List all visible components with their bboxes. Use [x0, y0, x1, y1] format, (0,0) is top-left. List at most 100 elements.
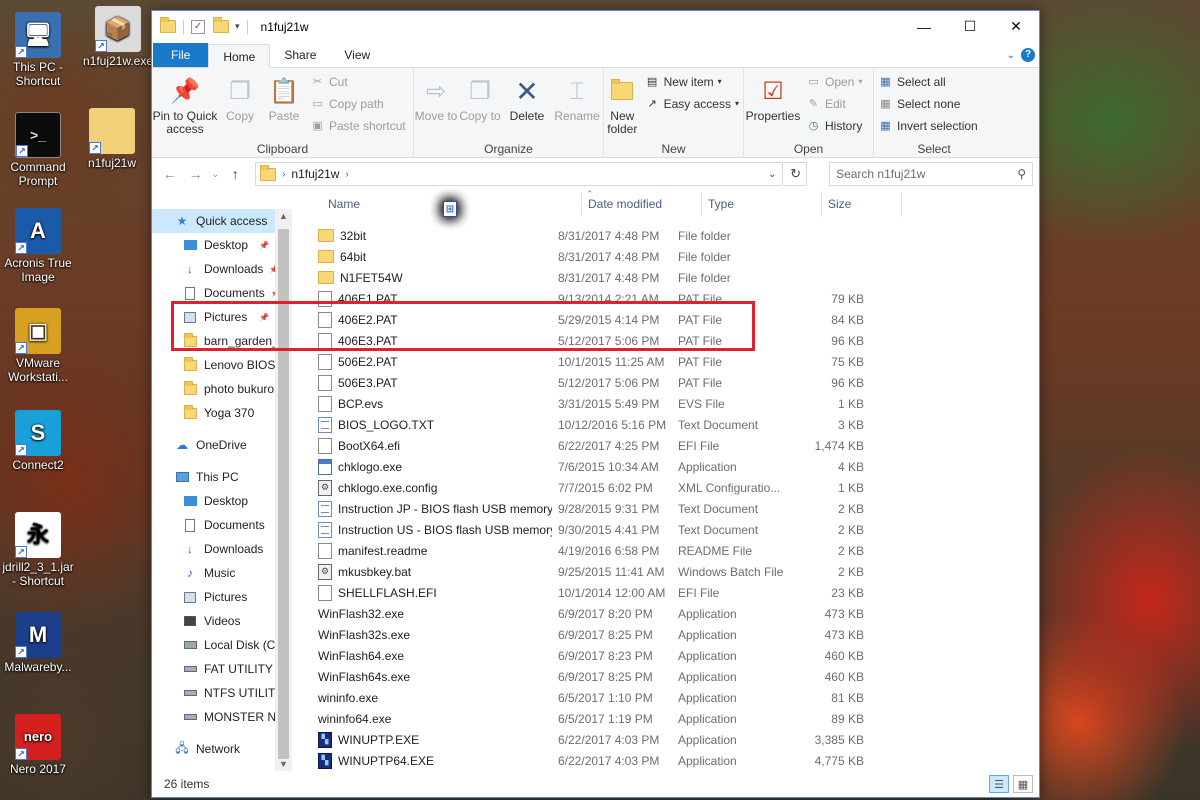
file-row[interactable]: ⚙ mkusbkey.bat 9/25/2015 11:41 AM Windows B… — [292, 561, 1039, 582]
tab-view[interactable]: View — [330, 43, 384, 67]
nav-scrollbar[interactable]: ▲ ▼ — [275, 209, 292, 771]
desktop-icon-acronis-shortcut[interactable]: A ↗ Acronis True Image — [0, 208, 76, 284]
file-row[interactable]: BootX64.efi 6/22/2017 4:25 PM EFI File 1,47… — [292, 435, 1039, 456]
tab-share[interactable]: Share — [270, 43, 330, 67]
file-row[interactable]: ⊞WinFlash64s.exe 6/9/2017 8:25 PM Applicat… — [292, 201, 1039, 687]
column-size[interactable]: Size — [822, 191, 902, 217]
tab-file[interactable]: File — [153, 43, 209, 67]
details-view-button[interactable]: ☰ — [989, 775, 1009, 793]
new-folder-icon[interactable] — [213, 17, 229, 33]
file-row[interactable]: 64bit 8/31/2017 4:48 PM File folder — [292, 246, 1039, 267]
desktop-icon-nero-shortcut[interactable]: nero ↗ Nero 2017 — [0, 714, 76, 776]
nav-item[interactable]: Yoga 370 — [152, 401, 275, 425]
file-row[interactable]: ⊞ wininfo64.exe 6/5/2017 1:19 PM Applicatio… — [292, 201, 1039, 729]
invert-selection-button[interactable]: ▦ Invert selection — [874, 116, 982, 135]
file-row[interactable]: 506E2.PAT 10/1/2015 11:25 AM PAT File 75 KB — [292, 351, 1039, 372]
file-row[interactable]: BIOS_LOGO.TXT 10/12/2016 5:16 PM Text Docu… — [292, 414, 1039, 435]
file-row[interactable]: N1FET54W 8/31/2017 4:48 PM File folder — [292, 267, 1039, 288]
file-row[interactable]: ▚ WINUPTP.EXE 6/22/2017 4:03 PM Application… — [292, 729, 1039, 750]
nav-item[interactable]: ★ Quick access — [152, 209, 275, 233]
address-bar[interactable]: › n1fuj21w › ⌄ — [255, 162, 784, 186]
easy-access-button[interactable]: ↗ Easy access ▾ — [641, 94, 743, 113]
nav-item[interactable]: Documents — [152, 513, 275, 537]
nav-item[interactable]: FAT UTILITY (D:) — [152, 657, 275, 681]
nav-item[interactable]: ☁ OneDrive — [152, 433, 275, 457]
file-row[interactable]: ⊞WinFlash32s.exe 6/9/2017 8:25 PM Applicat… — [292, 201, 1039, 645]
column-date-modified[interactable]: Date modified — [582, 191, 702, 217]
ribbon-expand-icon[interactable]: ⌄ — [1007, 50, 1015, 61]
file-row[interactable]: Instruction JP - BIOS flash USB memory k… — [292, 498, 1039, 519]
file-row[interactable]: ⊞wininfo.exe 6/5/2017 1:10 PM Application 8… — [292, 201, 1039, 708]
edit-button[interactable]: ✎ Edit — [802, 94, 866, 113]
nav-item[interactable]: photo bukuro — [152, 377, 275, 401]
desktop-icon-jdrill-shortcut[interactable]: 永 ↗ jdrill2_3_1.jar - Shortcut — [0, 512, 76, 588]
copy-path-button[interactable]: ▭ Copy path — [306, 94, 410, 113]
chevron-right-icon[interactable]: › — [345, 169, 348, 180]
nav-item[interactable]: Local Disk (C:) — [152, 633, 275, 657]
open-button[interactable]: ▭ Open ▾ — [802, 72, 866, 91]
scroll-down-icon[interactable]: ▼ — [275, 759, 292, 769]
file-row[interactable]: 406E2.PAT 5/29/2015 4:14 PM PAT File 84 KB — [292, 309, 1039, 330]
cut-button[interactable]: ✂ Cut — [306, 72, 410, 91]
close-button[interactable]: ✕ — [993, 11, 1039, 42]
file-row[interactable]: 406E1.PAT 9/13/2014 2:21 AM PAT File 79 KB — [292, 288, 1039, 309]
file-row[interactable]: BCP.evs 3/31/2015 5:49 PM EVS File 1 KB — [292, 393, 1039, 414]
forward-button[interactable]: → — [184, 166, 208, 182]
refresh-button[interactable]: ↻ — [785, 162, 808, 186]
nav-item[interactable]: ↓ Downloads — [152, 537, 275, 561]
paste-shortcut-button[interactable]: ▣ Paste shortcut — [306, 116, 410, 135]
desktop-icon-vmware-shortcut[interactable]: ▣ ↗ VMware Workstati... — [0, 308, 76, 384]
nav-item[interactable]: 🖧 Network — [152, 737, 275, 761]
file-row[interactable]: SHELLFLASH.EFI 10/1/2014 12:00 AM EFI File… — [292, 582, 1039, 603]
nav-item[interactable]: Documents📌 — [152, 281, 275, 305]
file-row[interactable]: 32bit 8/31/2017 4:48 PM File folder — [292, 225, 1039, 246]
search-input[interactable]: Search n1fuj21w ⚲ — [829, 162, 1033, 186]
nav-item[interactable]: Desktop 📌 — [152, 233, 275, 257]
address-dropdown-icon[interactable]: ⌄ — [762, 169, 782, 180]
file-row[interactable]: ⚙ chklogo.exe.config 7/7/2015 6:02 PM XML C… — [292, 477, 1039, 498]
properties-icon[interactable]: ✓ — [191, 19, 205, 34]
new-item-button[interactable]: ▤ New item ▾ — [641, 72, 743, 91]
address-path[interactable]: n1fuj21w — [291, 167, 339, 181]
nav-item[interactable]: Desktop — [152, 489, 275, 513]
nav-item[interactable]: MONSTER NTFS — [152, 705, 275, 729]
maximize-button[interactable]: ☐ — [947, 11, 993, 42]
large-icons-view-button[interactable]: ▦ — [1013, 775, 1033, 793]
back-button[interactable]: ← — [158, 166, 182, 182]
nav-item[interactable]: Pictures — [152, 585, 275, 609]
scroll-up-icon[interactable]: ▲ — [275, 211, 292, 221]
file-row[interactable]: Instruction US - BIOS flash USB memory .… — [292, 519, 1039, 540]
file-row[interactable]: 406E3.PAT 5/12/2017 5:06 PM PAT File 96 KB — [292, 330, 1039, 351]
file-row[interactable]: ▚ WINUPTP64.EXE 6/22/2017 4:03 PM Applicati… — [292, 750, 1039, 771]
nav-item[interactable]: Lenovo BIOS Fla — [152, 353, 275, 377]
up-button[interactable]: ↑ — [223, 166, 247, 182]
desktop-icon-malwarebytes-shortcut[interactable]: M ↗ Malwareby... — [0, 612, 76, 674]
history-button[interactable]: ◷ History — [802, 116, 866, 135]
nav-item[interactable]: Videos — [152, 609, 275, 633]
minimize-button[interactable]: — — [901, 11, 947, 42]
tab-home[interactable]: Home — [208, 44, 271, 68]
nav-item[interactable]: Pictures 📌 — [152, 305, 275, 329]
desktop-icon-this-pc-shortcut[interactable]: 🖥 ↗ This PC - Shortcut — [0, 12, 76, 88]
desktop-icon-n1fuj21w-folder[interactable]: ↗ n1fuj21w — [74, 108, 150, 170]
nav-item[interactable]: This PC — [152, 465, 275, 489]
desktop-icon-connect2-shortcut[interactable]: S ↗ Connect2 — [0, 410, 76, 472]
file-row[interactable]: ⊞WinFlash64.exe 6/9/2017 8:23 PM Applicati… — [292, 201, 1039, 666]
select-none-button[interactable]: ▦ Select none — [874, 94, 982, 113]
file-row[interactable]: chklogo.exe 7/6/2015 10:34 AM Application 4… — [292, 456, 1039, 477]
scroll-thumb[interactable] — [278, 229, 289, 759]
select-all-button[interactable]: ▦ Select all — [874, 72, 982, 91]
file-row[interactable]: ⊞WinFlash32.exe 6/9/2017 8:20 PM Applicati… — [292, 201, 1039, 624]
customize-toolbar-icon[interactable]: ▾ — [235, 21, 240, 32]
nav-item[interactable]: barn_garden_wo — [152, 329, 275, 353]
nav-item[interactable]: ♪ Music — [152, 561, 275, 585]
desktop-icon-n1fuj21w-exe-shortcut[interactable]: 📦 ↗ n1fuj21w.exe — [80, 6, 156, 68]
file-row[interactable]: manifest.readme 4/19/2016 6:58 PM README F… — [292, 540, 1039, 561]
column-type[interactable]: Type — [702, 191, 822, 217]
desktop-icon-command-prompt-shortcut[interactable]: >_ ↗ Command Prompt — [0, 112, 76, 188]
help-icon[interactable]: ? — [1021, 48, 1035, 62]
nav-item[interactable]: ↓ Downloads 📌 — [152, 257, 275, 281]
recent-locations-button[interactable]: ⌄ — [209, 169, 221, 180]
file-row[interactable]: 506E3.PAT 5/12/2017 5:06 PM PAT File 96 KB — [292, 372, 1039, 393]
nav-item[interactable]: NTFS UTILITY (E: — [152, 681, 275, 705]
